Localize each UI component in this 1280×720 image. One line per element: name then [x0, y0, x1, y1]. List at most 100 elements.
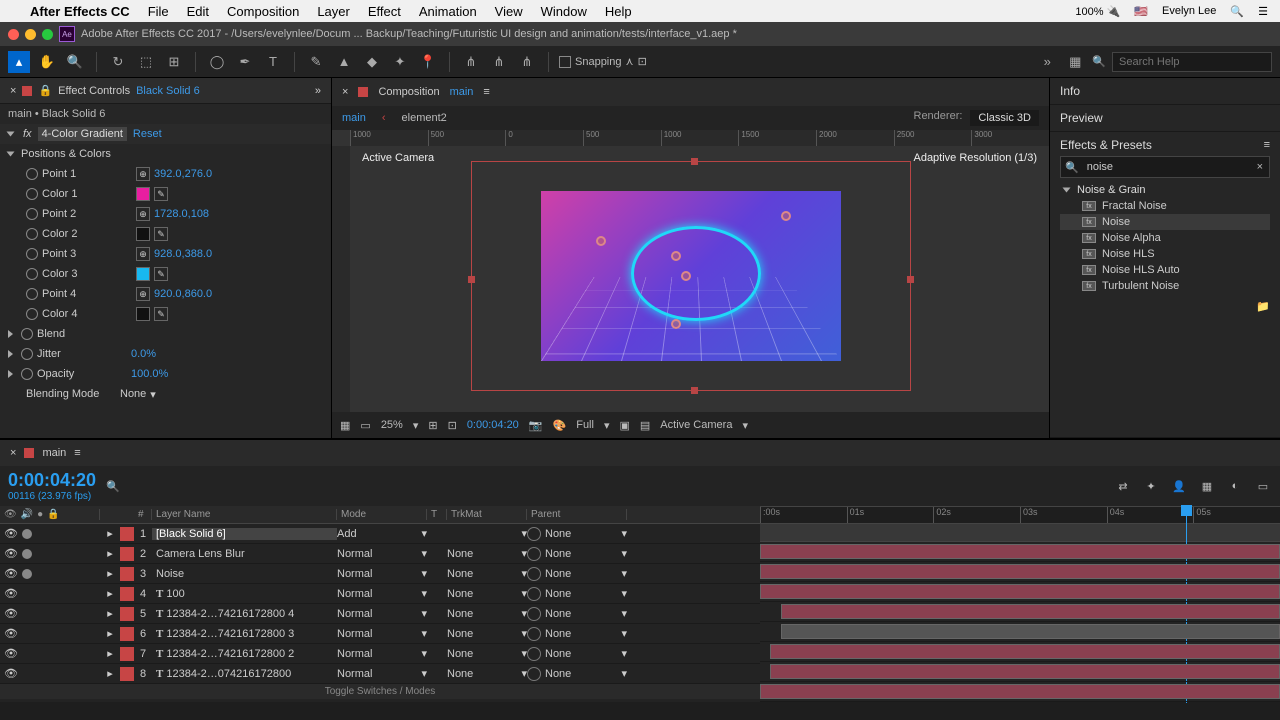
close-window[interactable] [8, 29, 19, 40]
graph-editor-icon[interactable]: ▭ [1254, 477, 1272, 495]
active-camera-select[interactable]: Active Camera [660, 419, 732, 431]
layer-bar[interactable] [760, 544, 1280, 559]
expand-icon[interactable]: ▸ [100, 587, 120, 600]
transparency-icon[interactable]: ▤ [640, 419, 650, 432]
visibility-icon[interactable]: 👁 [4, 587, 18, 601]
panel-menu-icon[interactable]: ≡ [74, 447, 80, 459]
layer-name[interactable]: T 12384-2…74216172800 3 [152, 628, 337, 640]
blend-mode-select[interactable]: Normal▾ [337, 607, 427, 620]
prop-opacity[interactable]: Opacity100.0% [0, 364, 331, 384]
solo-dot[interactable] [22, 529, 32, 539]
hand-tool[interactable]: ✋ [36, 51, 58, 73]
zoom-tool[interactable]: 🔍 [64, 51, 86, 73]
snapping-toggle[interactable]: Snapping ⋏ ⊡ [559, 55, 647, 68]
text-tool[interactable]: T [262, 51, 284, 73]
layer-name[interactable]: [Black Solid 6] [152, 528, 337, 540]
menu-layer[interactable]: Layer [317, 4, 350, 19]
stopwatch-icon[interactable] [26, 168, 38, 180]
category-noise-grain[interactable]: Noise & Grain [1060, 182, 1270, 198]
pickwhip-icon[interactable] [527, 607, 541, 621]
layer-color[interactable] [120, 527, 134, 541]
eyedropper-icon[interactable]: ✎ [154, 227, 168, 241]
layer-bar[interactable] [781, 624, 1280, 639]
close-icon[interactable]: × [10, 447, 16, 459]
local-axis-icon[interactable]: ⋔ [460, 51, 482, 73]
blend-mode-select[interactable]: Normal▾ [337, 587, 427, 600]
selection-tool[interactable]: ▴ [8, 51, 30, 73]
toggle-switches-modes[interactable]: Toggle Switches / Modes [0, 684, 760, 699]
app-name[interactable]: After Effects CC [30, 4, 130, 19]
solo-dot[interactable] [22, 549, 32, 559]
layer-name[interactable]: T 12384-2…74216172800 2 [152, 648, 337, 660]
timeline-timecode[interactable]: 0:00:04:20 [8, 470, 96, 491]
frame-blend-icon[interactable]: ▦ [1198, 477, 1216, 495]
crosshair-icon[interactable]: ⊕ [136, 247, 150, 261]
effect-header[interactable]: fx 4-Color Gradient Reset [0, 124, 331, 144]
color-channel-icon[interactable]: 🎨 [553, 419, 567, 432]
layer-row-8[interactable]: 👁 ▸ 8 T 12384-2…074216172800 Normal▾ Non… [0, 664, 760, 684]
visibility-icon[interactable]: 👁 [4, 667, 18, 681]
shape-tool[interactable]: ◯ [206, 51, 228, 73]
menu-file[interactable]: File [148, 4, 169, 19]
time-ruler[interactable]: :00s01s02s03s04s05s [760, 506, 1280, 524]
effects-search[interactable]: 🔍 × [1060, 156, 1270, 178]
pickwhip-icon[interactable] [527, 567, 541, 581]
parent-select[interactable]: None▾ [527, 607, 627, 621]
layer-row-7[interactable]: 👁 ▸ 7 T 12384-2…74216172800 2 Normal▾ No… [0, 644, 760, 664]
layer-bar[interactable] [760, 584, 1280, 599]
layer-color[interactable] [120, 607, 134, 621]
spotlight-icon[interactable]: 🔍 [1230, 5, 1244, 18]
track-matte-select[interactable]: ▾ [447, 527, 527, 540]
view-axis-icon[interactable]: ⋔ [516, 51, 538, 73]
point-handle[interactable] [671, 319, 681, 329]
stopwatch-icon[interactable] [26, 288, 38, 300]
anchor-handle[interactable] [681, 271, 691, 281]
pickwhip-icon[interactable] [527, 527, 541, 541]
visibility-icon[interactable]: 👁 [4, 627, 18, 641]
visibility-icon[interactable]: 👁 [4, 647, 18, 661]
blend-mode-select[interactable]: Normal▾ [337, 627, 427, 640]
layer-name[interactable]: Noise [152, 568, 337, 580]
point-handle[interactable] [671, 251, 681, 261]
pickwhip-icon[interactable] [527, 547, 541, 561]
expand-icon[interactable]: ▸ [100, 647, 120, 660]
stopwatch-icon[interactable] [26, 208, 38, 220]
layer-row-3[interactable]: 👁 ▸ 3 Noise Normal▾ None▾ None▾ [0, 564, 760, 584]
visibility-icon[interactable]: 👁 [4, 527, 18, 541]
prop-jitter[interactable]: Jitter0.0% [0, 344, 331, 364]
track-matte-select[interactable]: None▾ [447, 587, 527, 600]
overflow-icon[interactable]: » [1036, 51, 1058, 73]
brush-tool[interactable]: ✎ [305, 51, 327, 73]
track-matte-select[interactable]: None▾ [447, 607, 527, 620]
blend-mode-select[interactable]: Normal▾ [337, 547, 427, 560]
menu-window[interactable]: Window [541, 4, 587, 19]
stopwatch-icon[interactable] [26, 308, 38, 320]
layer-name[interactable]: T 12384-2…74216172800 4 [152, 608, 337, 620]
stopwatch-icon[interactable] [26, 248, 38, 260]
effects-search-input[interactable] [1083, 157, 1251, 177]
layer-color[interactable] [120, 627, 134, 641]
crosshair-icon[interactable]: ⊕ [136, 167, 150, 181]
preset-noise-alpha[interactable]: fxNoise Alpha [1060, 230, 1270, 246]
renderer-value[interactable]: Classic 3D [970, 110, 1039, 126]
stopwatch-icon[interactable] [26, 268, 38, 280]
prop-point-4[interactable]: Point 4⊕920.0,860.0 [18, 284, 331, 304]
col-mode[interactable]: Mode [337, 509, 427, 520]
menu-edit[interactable]: Edit [187, 4, 209, 19]
comp-mini-flowchart-icon[interactable]: ⇄ [1114, 477, 1132, 495]
new-bin-icon[interactable]: 📁 [1256, 301, 1270, 313]
pen-tool[interactable]: ✒ [234, 51, 256, 73]
layer-row-6[interactable]: 👁 ▸ 6 T 12384-2…74216172800 3 Normal▾ No… [0, 624, 760, 644]
expand-icon[interactable]: ▸ [100, 527, 120, 540]
close-icon[interactable]: × [342, 86, 348, 98]
layer-row-2[interactable]: 👁 ▸ 2 Camera Lens Blur Normal▾ None▾ Non… [0, 544, 760, 564]
user-name[interactable]: Evelyn Lee [1162, 5, 1216, 17]
blend-mode-select[interactable]: Normal▾ [337, 667, 427, 680]
tab-element2[interactable]: element2 [402, 112, 447, 124]
back-icon[interactable]: ‹ [382, 112, 386, 124]
visibility-icon[interactable]: 👁 [4, 547, 18, 561]
menu-help[interactable]: Help [605, 4, 632, 19]
track-matte-select[interactable]: None▾ [447, 647, 527, 660]
toggle-mask-icon[interactable]: ▭ [360, 419, 370, 432]
blend-mode-select[interactable]: Add▾ [337, 527, 427, 540]
